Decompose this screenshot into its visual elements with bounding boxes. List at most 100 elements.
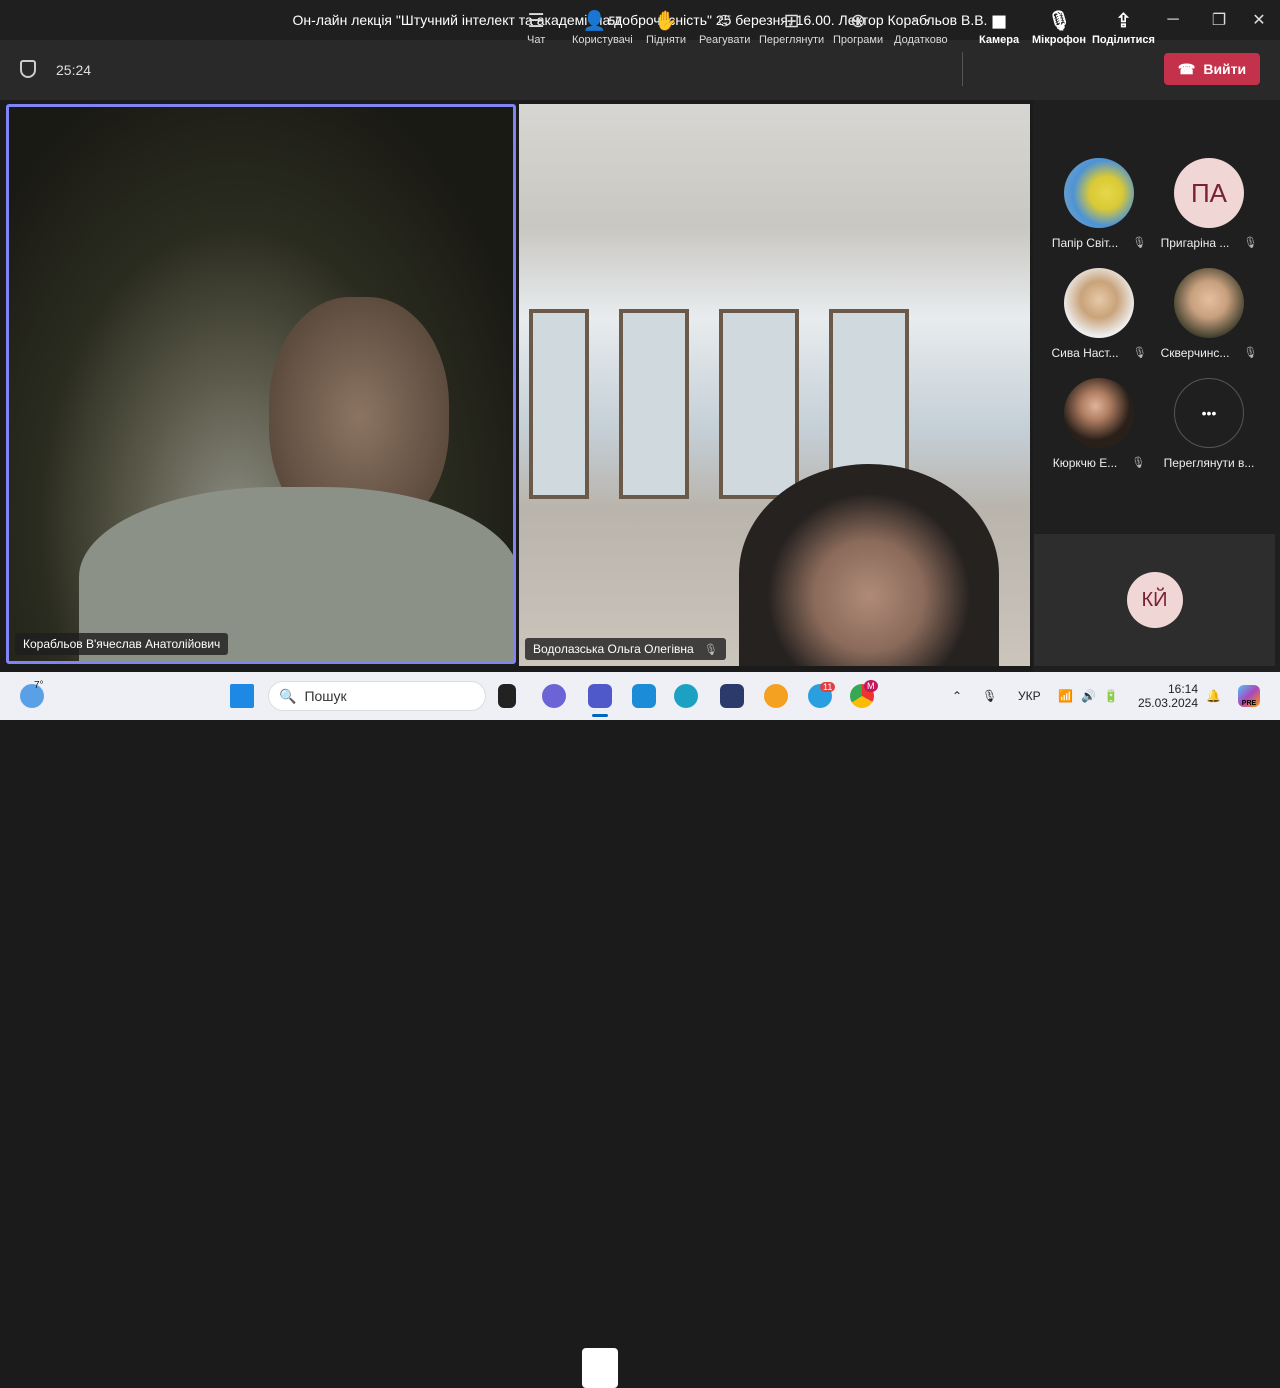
video-tile-self[interactable]: КЙ (1034, 534, 1275, 666)
name: Пригаріна ... (1160, 236, 1230, 250)
share-icon: ⇪ (1115, 10, 1132, 32)
mic-off-icon: 🎙 (703, 643, 718, 656)
leave-button[interactable]: ☎ Вийти (1164, 53, 1260, 85)
meeting-toolbar (0, 40, 1280, 100)
more-icon: ••• (1174, 378, 1244, 448)
label: Програми (833, 34, 884, 46)
store-icon[interactable] (720, 684, 744, 708)
people-icon: 👤 (582, 11, 607, 32)
chat-button[interactable]: ☰ Чат (527, 8, 546, 47)
shield-icon (20, 60, 36, 78)
network-volume-battery[interactable]: 📶 🔊 🔋 (1058, 672, 1119, 720)
volume-icon: 🔊 (1080, 689, 1096, 703)
hand-icon: ✋ (654, 11, 678, 32)
edge-icon[interactable] (674, 684, 698, 708)
react-button[interactable]: ☺ Реагувати (699, 8, 750, 46)
plus-icon: ⊕ (850, 10, 867, 32)
grid-icon: ⊞ (783, 10, 800, 32)
label: Чат (527, 34, 546, 46)
video-tile-second[interactable]: Водолазська Ольга Олегівна 🎙 (519, 104, 1030, 666)
name-tag: Водолазська Ольга Олегівна 🎙 (525, 638, 726, 660)
name: Скверчинс... (1160, 346, 1230, 360)
meet-icon[interactable] (542, 684, 566, 708)
date: 25.03.2024 (1137, 696, 1198, 710)
more-button[interactable]: ··· Додатково (894, 8, 948, 46)
telegram-badge: 11 (820, 682, 836, 692)
participant[interactable]: Сива Наст... 🎙 (1044, 268, 1154, 360)
avatar (1064, 268, 1134, 338)
tray-overflow-icon[interactable]: ⌃ (952, 672, 962, 720)
windows-start-icon[interactable] (230, 684, 254, 708)
apps-button[interactable]: ⊕ Програми (833, 8, 884, 47)
share-button[interactable]: ⇪ Поділитися (1092, 8, 1155, 47)
ellipsis-icon: ··· (911, 10, 931, 31)
video-tile-main[interactable]: Корабльов В'ячеслав Анатолійович (6, 104, 516, 664)
mic-off-icon: 🎙 (1132, 347, 1147, 359)
mic-off-icon: 🎙 (1131, 457, 1146, 469)
title-bar: Он-лайн лекція "Штучний інтелект та акад… (0, 0, 1280, 40)
avatar: КЙ (1126, 572, 1183, 628)
window-bg (529, 309, 589, 499)
window-bg (719, 309, 799, 499)
avatar (1064, 378, 1134, 448)
label: Реагувати (699, 34, 751, 46)
avatar (1174, 268, 1244, 338)
window-bg (619, 309, 689, 499)
chat-icon: ☰ (527, 10, 545, 32)
name: Сива Наст... (1051, 346, 1119, 360)
name: Водолазська Ольга Олегівна (533, 642, 694, 656)
name-tag: Корабльов В'ячеслав Анатолійович (15, 633, 229, 655)
search-icon: 🔍 (279, 687, 297, 704)
mic-off-icon: 🎙 (1132, 237, 1147, 249)
meeting-timer: 25:24 (56, 62, 92, 78)
avatar: ПА (1174, 158, 1244, 228)
battery-icon: 🔋 (1103, 689, 1119, 703)
camera-off-icon: ◼ (991, 10, 1007, 32)
label: Переглянути (759, 34, 825, 46)
label: Підняти (646, 34, 686, 46)
copilot-icon[interactable]: PRE (1238, 672, 1260, 720)
teams-icon[interactable] (588, 684, 612, 708)
mic-off-icon: 🎙 (1243, 237, 1258, 249)
label: Додатково (894, 34, 948, 46)
clock[interactable]: 16:14 25.03.2024 (1138, 672, 1198, 720)
label: Камера (979, 34, 1020, 46)
label: Поділитися (1092, 34, 1155, 46)
participant[interactable]: Папір Світ... 🎙 (1044, 158, 1154, 250)
name: Кюркчю Е... (1052, 456, 1118, 470)
participant[interactable]: Скверчинс... 🎙 (1154, 268, 1264, 360)
hangup-icon: ☎ (1177, 60, 1196, 77)
label: Користувачі (572, 34, 633, 46)
notification-bell-icon[interactable]: 🔔 (1206, 672, 1221, 720)
video-person (739, 464, 999, 666)
name: Корабльов В'ячеслав Анатолійович (23, 637, 221, 651)
name: Папір Світ... (1051, 236, 1119, 250)
search-placeholder: Пошук (304, 688, 347, 704)
taskbar-search[interactable]: 🔍 Пошук (268, 681, 486, 711)
label: Мікрофон (1032, 34, 1087, 46)
chrome-profile-badge: M (864, 680, 878, 692)
camera-button[interactable]: ◼ Камера (979, 8, 1020, 47)
task-view-icon[interactable] (498, 684, 516, 708)
label: Вийти (1203, 61, 1247, 77)
smiley-icon: ☺ (714, 10, 735, 31)
people-button[interactable]: 👤 57 Користувачі (572, 8, 633, 46)
weather-temp: 7° (34, 680, 44, 691)
mail-icon[interactable] (632, 684, 656, 708)
name: Переглянути в... (1163, 456, 1255, 470)
participant[interactable]: Кюркчю Е... 🎙 (1044, 378, 1154, 470)
participant-count: 57 (608, 14, 622, 28)
browser-icon[interactable] (764, 684, 788, 708)
mic-muted-tray-icon[interactable]: 🎙 (982, 672, 997, 720)
time: 16:14 (1167, 682, 1198, 696)
mic-off-icon: 🎙 (1243, 347, 1258, 359)
copilot-pre-badge: PRE (1238, 685, 1260, 707)
mic-button[interactable]: 🎙 Мікрофон (1032, 8, 1086, 46)
raise-hand-button[interactable]: ✋ Підняти (646, 8, 686, 46)
close-button[interactable]: ✕ (1236, 0, 1280, 40)
participant[interactable]: ПА Пригаріна ... 🎙 (1154, 158, 1264, 250)
view-button[interactable]: ⊞ Переглянути (759, 8, 825, 47)
minimize-button[interactable]: ─ (1150, 0, 1196, 40)
view-all-button[interactable]: ••• Переглянути в... (1154, 378, 1264, 470)
language-indicator[interactable]: УКР (1018, 672, 1041, 720)
